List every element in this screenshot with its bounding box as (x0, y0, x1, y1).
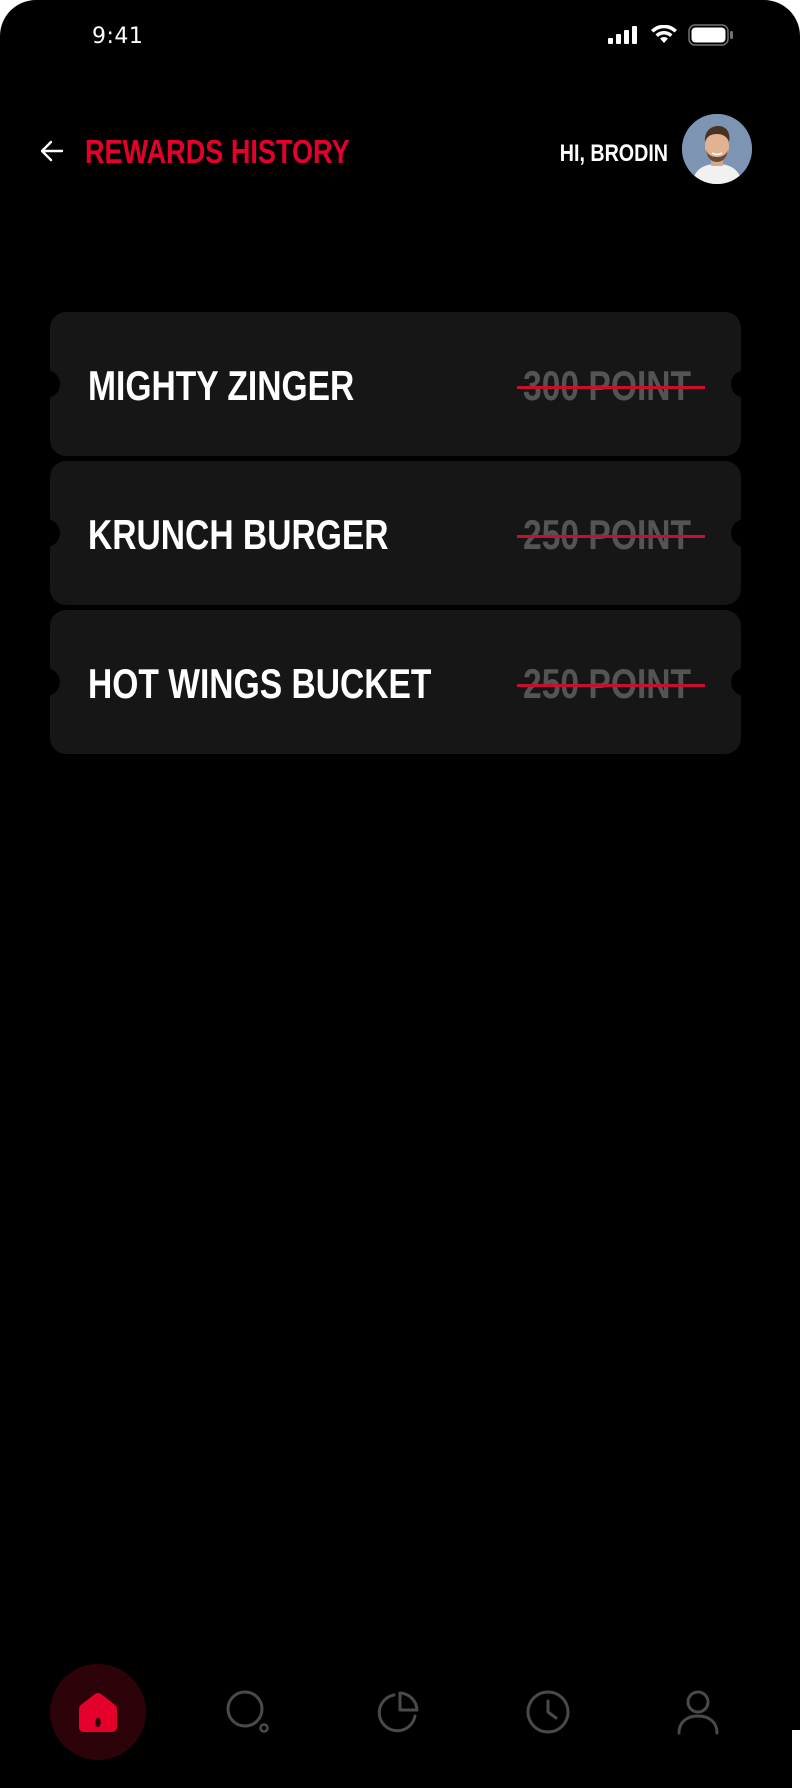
nav-search[interactable] (200, 1664, 296, 1760)
reward-points-redeemed: 250 POINT (517, 511, 705, 559)
reward-points-redeemed: 250 POINT (517, 660, 705, 708)
strike-through-line (517, 386, 705, 389)
app-screen: 9:41 REWARDS HISTORY HI, BRODIN MIGHTY Z… (0, 0, 800, 1788)
reward-item[interactable]: KRUNCH BURGER 250 POINT (32, 461, 759, 605)
reward-name: HOT WINGS BUCKET (88, 660, 432, 707)
rewards-history-list: MIGHTY ZINGER 300 POINT KRUNCH BURGER 25… (32, 312, 759, 759)
user-avatar (682, 114, 752, 184)
status-time: 9:41 (92, 24, 144, 49)
clock-icon (526, 1690, 570, 1734)
reward-item[interactable]: MIGHTY ZINGER 300 POINT (32, 312, 759, 456)
search-icon (226, 1690, 269, 1733)
greeting-text: HI, BRODIN (559, 140, 668, 167)
profile-icon (677, 1690, 719, 1735)
signal-icon (608, 26, 637, 44)
arrow-left-icon (40, 140, 64, 162)
reward-name: KRUNCH BURGER (88, 511, 389, 558)
nav-profile[interactable] (650, 1664, 746, 1760)
avatar[interactable] (682, 114, 752, 184)
nav-stats[interactable] (350, 1664, 446, 1760)
frame-edge (792, 1730, 800, 1788)
reward-name: MIGHTY ZINGER (88, 362, 355, 409)
wifi-icon (651, 25, 677, 43)
reward-item[interactable]: HOT WINGS BUCKET 250 POINT (32, 610, 759, 754)
home-icon (79, 1692, 117, 1732)
nav-history[interactable] (500, 1664, 596, 1760)
strike-through-line (517, 535, 705, 538)
status-icons (608, 24, 734, 46)
nav-home[interactable] (50, 1664, 146, 1760)
bottom-navigation (50, 1664, 750, 1760)
battery-icon (688, 24, 733, 46)
pie-chart-icon (377, 1691, 419, 1733)
back-button[interactable] (38, 137, 66, 165)
strike-through-line (517, 684, 705, 687)
page-title: REWARDS HISTORY (85, 133, 350, 170)
reward-points-redeemed: 300 POINT (517, 362, 705, 410)
